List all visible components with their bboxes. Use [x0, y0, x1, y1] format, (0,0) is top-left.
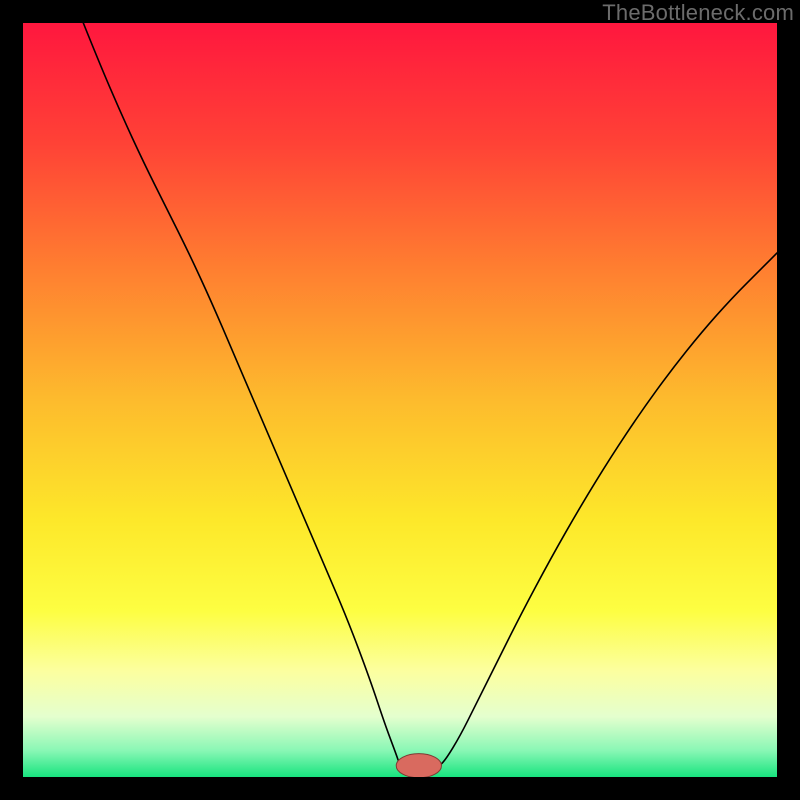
- watermark-text: TheBottleneck.com: [602, 0, 794, 26]
- plot-area: [23, 23, 777, 777]
- gradient-background: [23, 23, 777, 777]
- optimal-point-marker: [396, 754, 441, 777]
- bottleneck-chart: [23, 23, 777, 777]
- chart-container: TheBottleneck.com: [0, 0, 800, 800]
